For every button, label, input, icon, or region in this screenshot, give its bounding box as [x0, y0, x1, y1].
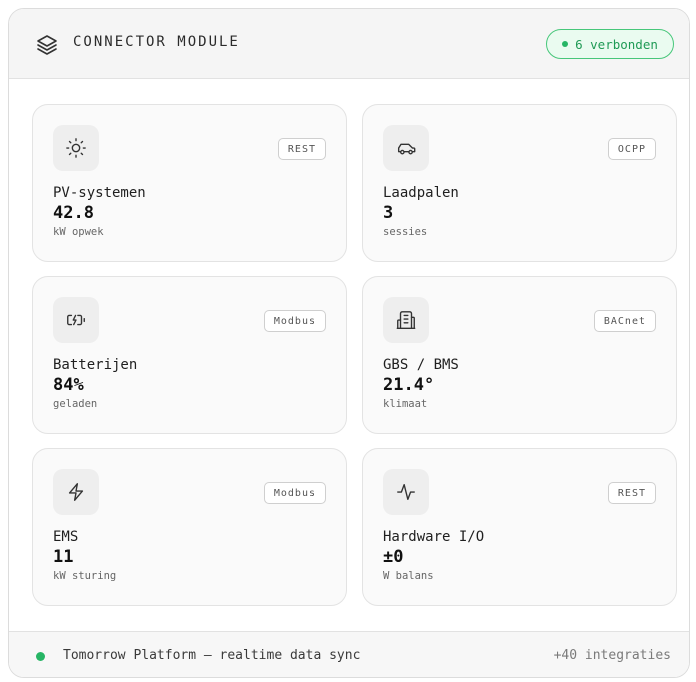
- connector-name: Batterijen: [53, 357, 138, 373]
- connector-value: 42.8: [53, 203, 94, 223]
- protocol-badge: Modbus: [263, 482, 326, 504]
- connector-name: EMS: [53, 529, 79, 545]
- connector-unit: W balans: [383, 570, 434, 582]
- connector-name: Hardware I/O: [383, 529, 485, 545]
- connector-module-panel: CONNECTOR MODULE 6 verbonden REST PV-sys…: [8, 8, 690, 678]
- connector-name: PV-systemen: [53, 185, 146, 201]
- activity-icon: [383, 469, 429, 515]
- connector-name: GBS / BMS: [383, 357, 459, 373]
- connector-card-laadpalen[interactable]: OCPP Laadpalen 3 sessies: [362, 104, 677, 262]
- integrations-count[interactable]: +40 integraties: [554, 648, 671, 663]
- connector-unit: geladen: [53, 398, 98, 410]
- connector-unit: sessies: [383, 226, 428, 238]
- status-badge: 6 verbonden: [546, 29, 674, 59]
- sync-status-dot: [36, 652, 45, 661]
- sun-icon: [53, 125, 99, 171]
- connector-card-ems[interactable]: Modbus EMS 11 kW sturing: [32, 448, 347, 606]
- connector-value: ±0: [383, 547, 404, 567]
- connector-unit: kW sturing: [53, 570, 117, 582]
- layers-icon: [35, 33, 59, 57]
- connector-unit: kW opwek: [53, 226, 104, 238]
- building-icon: [383, 297, 429, 343]
- connector-value: 21.4°: [383, 375, 435, 395]
- connector-card-batterijen[interactable]: Modbus Batterijen 84% geladen: [32, 276, 347, 434]
- connector-value: 3: [383, 203, 394, 223]
- status-badge-label: 6 verbonden: [575, 36, 658, 52]
- page-title: CONNECTOR MODULE: [73, 34, 240, 50]
- connector-unit: klimaat: [383, 398, 428, 410]
- connector-value: 84%: [53, 375, 84, 395]
- sync-status-text: Tomorrow Platform — realtime data sync: [63, 648, 361, 663]
- panel-footer: Tomorrow Platform — realtime data sync +…: [9, 631, 689, 677]
- connector-card-gbs-bms[interactable]: BACnet GBS / BMS 21.4° klimaat: [362, 276, 677, 434]
- protocol-badge: Modbus: [263, 310, 326, 332]
- panel-header: CONNECTOR MODULE 6 verbonden: [9, 9, 689, 79]
- connector-name: Laadpalen: [383, 185, 459, 201]
- connector-card-pv[interactable]: REST PV-systemen 42.8 kW opwek: [32, 104, 347, 262]
- battery-charging-icon: [53, 297, 99, 343]
- protocol-badge: REST: [607, 482, 656, 504]
- protocol-badge: BACnet: [593, 310, 656, 332]
- zap-icon: [53, 469, 99, 515]
- protocol-badge: REST: [277, 138, 326, 160]
- car-icon: [383, 125, 429, 171]
- connector-value: 11: [53, 547, 74, 567]
- protocol-badge: OCPP: [607, 138, 656, 160]
- connector-card-hardware-io[interactable]: REST Hardware I/O ±0 W balans: [362, 448, 677, 606]
- status-dot: [562, 41, 569, 47]
